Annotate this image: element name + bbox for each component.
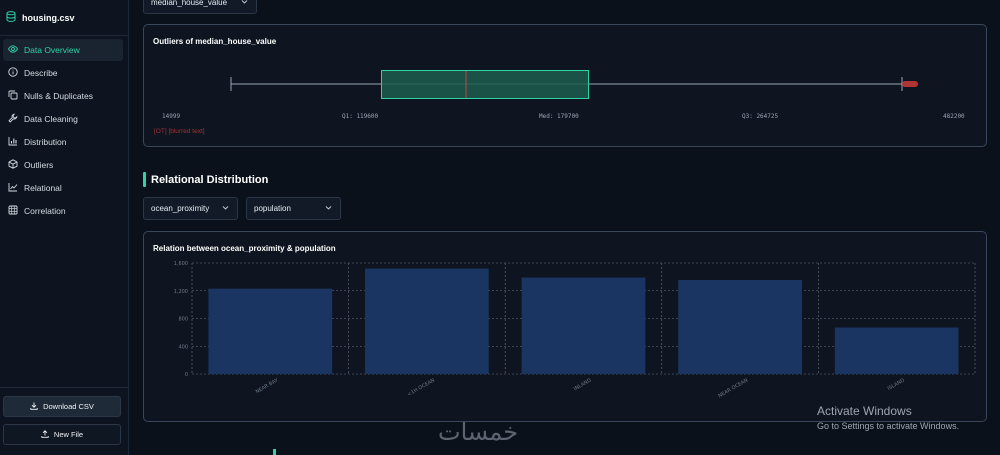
chevron-down-icon <box>222 204 229 213</box>
sidebar-item-label: Data Cleaning <box>24 114 78 124</box>
new-file-label: New File <box>53 430 84 439</box>
boxplot-outlier-cluster <box>902 81 918 87</box>
download-icon <box>30 402 38 412</box>
sidebar-item-correlation[interactable]: Correlation <box>3 200 123 222</box>
sidebar-item-data-overview[interactable]: Data Overview <box>3 39 123 61</box>
activate-windows-watermark: Activate Windows Go to Settings to activ… <box>817 404 959 431</box>
sidebar-item-outliers[interactable]: Outliers <box>3 154 123 176</box>
x-tick-label: NEAR OCEAN <box>717 377 749 399</box>
relational-heading: Relational Distribution <box>143 172 268 187</box>
bar <box>678 279 802 374</box>
activate-windows-subtitle: Go to Settings to activate Windows. <box>817 421 960 431</box>
download-csv-label: Download CSV <box>43 402 94 411</box>
sidebar-item-relational[interactable]: Relational <box>3 177 123 199</box>
sidebar-item-distribution[interactable]: Distribution <box>3 131 123 153</box>
sidebar-item-label: Data Overview <box>24 45 80 55</box>
sidebar-item-label: Relational <box>24 183 62 193</box>
sidebar-item-label: Describe <box>24 68 58 78</box>
boxplot-median-label: Med: 179700 <box>539 113 579 120</box>
x-column-value: ocean_proximity <box>151 204 210 213</box>
sidebar-item-describe[interactable]: Describe <box>3 62 123 84</box>
x-tick-label: INLAND <box>573 377 593 392</box>
x-column-select[interactable]: ocean_proximity <box>143 197 238 220</box>
new-file-button[interactable]: New File <box>3 424 121 445</box>
bar <box>365 268 489 374</box>
bar <box>834 327 959 374</box>
y-column-value: population <box>254 204 291 213</box>
grid-icon <box>8 205 18 217</box>
download-csv-button[interactable]: Download CSV <box>3 396 121 417</box>
site-logo-watermark: خمسات <box>438 418 519 446</box>
outlier-count-note: [OT] [blurred text] <box>154 128 205 135</box>
info-circle-icon <box>8 67 18 79</box>
eye-icon <box>7 44 19 56</box>
x-tick-label: ISLAND <box>887 377 906 392</box>
bar <box>208 288 333 374</box>
activate-windows-title: Activate Windows <box>817 404 912 418</box>
chevron-down-icon <box>241 0 248 7</box>
boxplot-q1-label: Q1: 119600 <box>342 113 379 120</box>
sidebar-nav: Data Overview Describe Nulls & Duplicate… <box>0 36 128 222</box>
y-tick-label: 1,200 <box>174 289 188 295</box>
file-name: housing.csv <box>22 12 75 23</box>
sidebar-item-nulls-duplicates[interactable]: Nulls & Duplicates <box>3 85 123 107</box>
next-section-accent <box>273 449 276 455</box>
sidebar-item-label: Correlation <box>24 206 66 216</box>
y-column-select[interactable]: population <box>246 197 341 220</box>
boxplot-max-label: 482200 <box>943 113 965 120</box>
relational-chart-card: Relation between ocean_proximity & popul… <box>143 231 987 422</box>
outlier-column-select[interactable]: median_house_value <box>143 0 257 14</box>
relational-heading-text: Relational Distribution <box>151 173 269 186</box>
outlier-column-value: median_house_value <box>151 0 228 7</box>
sidebar: housing.csv Data Overview Describe Nulls… <box>0 0 129 455</box>
y-tick-label: 1,600 <box>174 261 188 267</box>
database-icon <box>6 9 16 27</box>
sidebar-item-label: Distribution <box>24 137 67 147</box>
bar-chart: 0 400 800 1,200 1,600 NEAR BAY <1H OCEAN INLAND… <box>174 261 976 399</box>
y-tick-label: 0 <box>185 372 188 378</box>
boxplot <box>230 70 918 99</box>
heading-accent-bar <box>143 172 146 187</box>
boxplot-box <box>381 70 589 99</box>
boxplot-min-label: 14999 <box>162 113 181 120</box>
sidebar-item-data-cleaning[interactable]: Data Cleaning <box>3 108 123 130</box>
cube-icon <box>8 159 18 171</box>
x-tick-label: <1H OCEAN <box>407 377 437 398</box>
sidebar-item-label: Nulls & Duplicates <box>24 91 93 101</box>
trend-line-icon <box>8 182 18 194</box>
sidebar-item-label: Outliers <box>24 160 54 170</box>
upload-icon <box>41 429 49 440</box>
bar-chart-icon <box>8 136 18 148</box>
copy-icon <box>8 90 18 102</box>
outliers-card: Outliers of median_house_value 14999 Q1:… <box>143 24 987 147</box>
sidebar-header: housing.csv <box>0 0 128 36</box>
bar <box>521 277 646 374</box>
wrench-icon <box>8 113 18 125</box>
sidebar-footer: Download CSV New File <box>0 387 128 455</box>
y-tick-label: 400 <box>178 344 188 350</box>
boxplot-q3-label: Q3: 264725 <box>742 113 779 120</box>
chevron-down-icon <box>325 204 332 213</box>
y-tick-label: 800 <box>178 317 188 323</box>
x-tick-label: NEAR BAY <box>255 377 280 395</box>
main-content: median_house_value Outliers of median_ho… <box>130 0 1000 455</box>
